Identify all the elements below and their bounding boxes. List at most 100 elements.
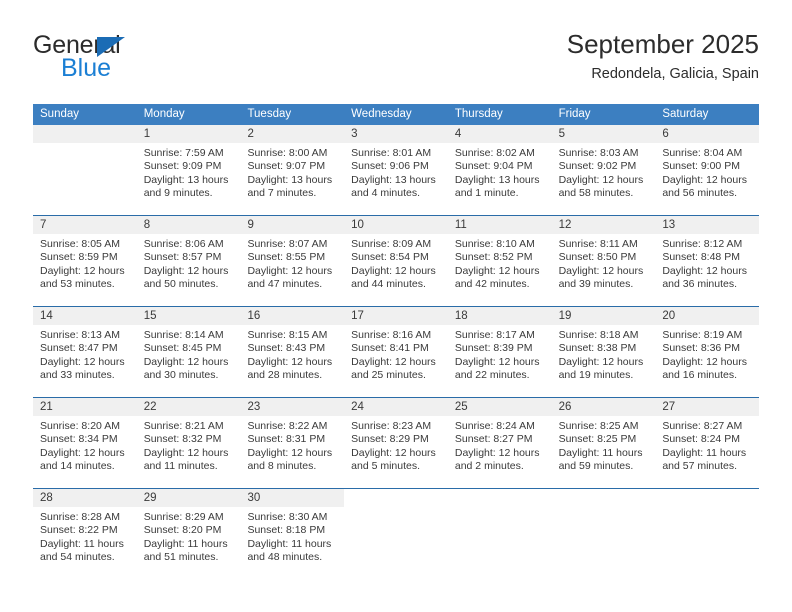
daylight-text-line1: Daylight: 12 hours — [662, 355, 747, 368]
sunrise-text: Sunrise: 8:29 AM — [143, 511, 224, 523]
day-number-band: 21 — [33, 398, 137, 416]
daylight-text-line2: and 33 minutes. — [40, 369, 115, 382]
daylight-text-line1: Daylight: 12 hours — [143, 446, 229, 459]
day-cell[interactable]: 27 Sunrise: 8:27 AM Sunset: 8:24 PM Dayligh… — [655, 398, 760, 488]
day-number-band: 13 — [655, 216, 760, 234]
day-cell[interactable]: 7 Sunrise: 8:05 AM Sunset: 8:59 PM Daylight… — [33, 216, 137, 306]
day-cell[interactable]: 13 Sunrise: 8:12 AM Sunset: 8:48 PM Dayligh… — [655, 216, 760, 306]
day-cell[interactable]: 18 Sunrise: 8:17 AM Sunset: 8:39 PM Dayligh… — [447, 307, 552, 397]
sunset-text: Sunset: 8:31 PM — [247, 433, 326, 446]
sunrise-text: Sunrise: 8:22 AM — [247, 420, 328, 432]
day-cell[interactable]: 11 Sunrise: 8:10 AM Sunset: 8:52 PM Dayligh… — [447, 216, 552, 306]
day-number-band: 16 — [240, 307, 345, 325]
day-cell[interactable]: 6 Sunrise: 8:04 AM Sunset: 9:00 PM Daylight… — [655, 125, 760, 215]
daylight-text-line2: and 28 minutes. — [247, 369, 323, 382]
day-number-band: 20 — [655, 307, 760, 325]
daylight-text-line1: Daylight: 11 hours — [558, 446, 643, 459]
day-cell-empty — [655, 489, 759, 579]
general-blue-logo[interactable]: General Blue — [33, 32, 233, 90]
day-cell[interactable]: 16 Sunrise: 8:15 AM Sunset: 8:43 PM Dayligh… — [240, 307, 345, 397]
daylight-text-line2: and 51 minutes. — [143, 551, 219, 564]
day-number: 3 — [351, 128, 358, 140]
day-cell[interactable]: 15 Sunrise: 8:14 AM Sunset: 8:45 PM Dayligh… — [136, 307, 241, 397]
daylight-text-line2: and 19 minutes. — [558, 369, 634, 382]
day-cell[interactable]: 29 Sunrise: 8:29 AM Sunset: 8:20 PM Dayligh… — [136, 489, 241, 579]
sunrise-text: Sunrise: 8:03 AM — [558, 147, 639, 159]
day-number-band: 29 — [136, 489, 241, 507]
day-cell[interactable]: 12 Sunrise: 8:11 AM Sunset: 8:50 PM Dayligh… — [551, 216, 656, 306]
day-cell[interactable]: 17 Sunrise: 8:16 AM Sunset: 8:41 PM Dayligh… — [344, 307, 448, 397]
day-info: Sunrise: 8:04 AM Sunset: 9:00 PM Daylight:… — [655, 143, 759, 201]
weekday-header-row: Sunday Monday Tuesday Wednesday Thursday… — [33, 104, 759, 125]
day-cell[interactable]: 30 Sunrise: 8:30 AM Sunset: 8:18 PM Dayligh… — [240, 489, 345, 579]
day-number: 5 — [558, 128, 565, 140]
daylight-text-line2: and 50 minutes. — [143, 278, 219, 291]
day-info: Sunrise: 8:30 AM Sunset: 8:18 PM Daylight:… — [240, 507, 344, 565]
day-number: 25 — [454, 401, 468, 413]
weekday-header-thursday: Thursday — [454, 108, 503, 120]
day-cell[interactable]: 4 Sunrise: 8:02 AM Sunset: 9:04 PM Daylight… — [447, 125, 552, 215]
sunrise-text: Sunrise: 8:09 AM — [351, 238, 432, 250]
day-cell[interactable]: 3 Sunrise: 8:01 AM Sunset: 9:06 PM Daylight… — [344, 125, 448, 215]
day-info: Sunrise: 8:05 AM Sunset: 8:59 PM Daylight:… — [33, 234, 137, 292]
daylight-text-line2: and 39 minutes. — [558, 278, 634, 291]
daylight-text-line1: Daylight: 13 hours — [351, 173, 436, 186]
day-cell[interactable]: 10 Sunrise: 8:09 AM Sunset: 8:54 PM Dayligh… — [344, 216, 448, 306]
sunset-text: Sunset: 8:43 PM — [247, 342, 326, 355]
sunrise-text: Sunrise: 8:25 AM — [558, 420, 639, 432]
day-number-band: 19 — [551, 307, 656, 325]
calendar-week-row: 7 Sunrise: 8:05 AM Sunset: 8:59 PM Daylight… — [33, 215, 760, 306]
day-cell[interactable]: 1 Sunrise: 7:59 AM Sunset: 9:09 PM Daylight… — [136, 125, 241, 215]
day-info: Sunrise: 8:10 AM Sunset: 8:52 PM Daylight:… — [448, 234, 552, 292]
weekday-header-monday: Monday — [143, 108, 185, 120]
day-info: Sunrise: 8:20 AM Sunset: 8:34 PM Daylight:… — [33, 416, 137, 474]
day-info: Sunrise: 8:07 AM Sunset: 8:55 PM Daylight:… — [240, 234, 344, 292]
weekday-header-saturday: Saturday — [662, 108, 709, 120]
day-number: 9 — [247, 219, 254, 231]
sunrise-text: Sunrise: 8:17 AM — [454, 329, 535, 341]
day-cell[interactable]: 28 Sunrise: 8:28 AM Sunset: 8:22 PM Dayligh… — [33, 489, 137, 579]
daylight-text-line2: and 57 minutes. — [662, 460, 738, 473]
day-cell-empty — [552, 489, 656, 579]
daylight-text-line2: and 25 minutes. — [351, 369, 426, 382]
sunrise-text: Sunrise: 8:27 AM — [662, 420, 743, 432]
day-cell[interactable]: 8 Sunrise: 8:06 AM Sunset: 8:57 PM Daylight… — [136, 216, 241, 306]
sunset-text: Sunset: 8:52 PM — [454, 251, 533, 264]
sunrise-text: Sunrise: 7:59 AM — [143, 147, 224, 159]
day-info: Sunrise: 8:00 AM Sunset: 9:07 PM Daylight:… — [240, 143, 344, 201]
day-cell[interactable]: 23 Sunrise: 8:22 AM Sunset: 8:31 PM Dayligh… — [240, 398, 345, 488]
daylight-text-line2: and 58 minutes. — [558, 187, 634, 200]
day-number-band: 7 — [33, 216, 137, 234]
day-number-band: 23 — [240, 398, 345, 416]
day-info: Sunrise: 8:02 AM Sunset: 9:04 PM Daylight:… — [448, 143, 552, 201]
day-info: Sunrise: 8:12 AM Sunset: 8:48 PM Daylight:… — [655, 234, 759, 292]
sunset-text: Sunset: 8:29 PM — [351, 433, 429, 446]
day-cell[interactable]: 24 Sunrise: 8:23 AM Sunset: 8:29 PM Dayligh… — [344, 398, 448, 488]
daylight-text-line1: Daylight: 12 hours — [351, 264, 436, 277]
day-cell[interactable]: 26 Sunrise: 8:25 AM Sunset: 8:25 PM Dayligh… — [551, 398, 656, 488]
calendar-week-row: 28 Sunrise: 8:28 AM Sunset: 8:22 PM Dayligh… — [33, 488, 759, 579]
sunrise-text: Sunrise: 8:13 AM — [40, 329, 120, 341]
calendar-grid: Sunday Monday Tuesday Wednesday Thursday… — [33, 104, 760, 579]
day-cell[interactable]: 20 Sunrise: 8:19 AM Sunset: 8:36 PM Dayligh… — [655, 307, 760, 397]
day-cell[interactable]: 9 Sunrise: 8:07 AM Sunset: 8:55 PM Daylight… — [240, 216, 345, 306]
day-cell[interactable]: 5 Sunrise: 8:03 AM Sunset: 9:02 PM Daylight… — [551, 125, 656, 215]
day-cell[interactable]: 22 Sunrise: 8:21 AM Sunset: 8:32 PM Dayligh… — [136, 398, 241, 488]
daylight-text-line1: Daylight: 12 hours — [558, 173, 644, 186]
sunrise-text: Sunrise: 8:06 AM — [143, 238, 224, 250]
day-number-band: 15 — [136, 307, 241, 325]
sunrise-text: Sunrise: 8:21 AM — [143, 420, 224, 432]
day-number: 16 — [247, 310, 261, 322]
day-cell[interactable]: 19 Sunrise: 8:18 AM Sunset: 8:38 PM Dayligh… — [551, 307, 656, 397]
day-info: Sunrise: 8:24 AM Sunset: 8:27 PM Daylight:… — [448, 416, 552, 474]
day-cell[interactable]: 2 Sunrise: 8:00 AM Sunset: 9:07 PM Daylight… — [240, 125, 345, 215]
day-number: 4 — [454, 128, 462, 140]
day-cell[interactable]: 21 Sunrise: 8:20 AM Sunset: 8:34 PM Dayligh… — [33, 398, 137, 488]
daylight-text-line2: and 9 minutes. — [143, 187, 213, 200]
sunset-text: Sunset: 8:48 PM — [662, 251, 740, 264]
day-number-band: 11 — [447, 216, 552, 234]
sunrise-text: Sunrise: 8:14 AM — [143, 329, 224, 341]
day-number: 14 — [40, 310, 53, 322]
day-cell[interactable]: 25 Sunrise: 8:24 AM Sunset: 8:27 PM Dayligh… — [447, 398, 552, 488]
day-cell[interactable]: 14 Sunrise: 8:13 AM Sunset: 8:47 PM Dayligh… — [33, 307, 137, 397]
